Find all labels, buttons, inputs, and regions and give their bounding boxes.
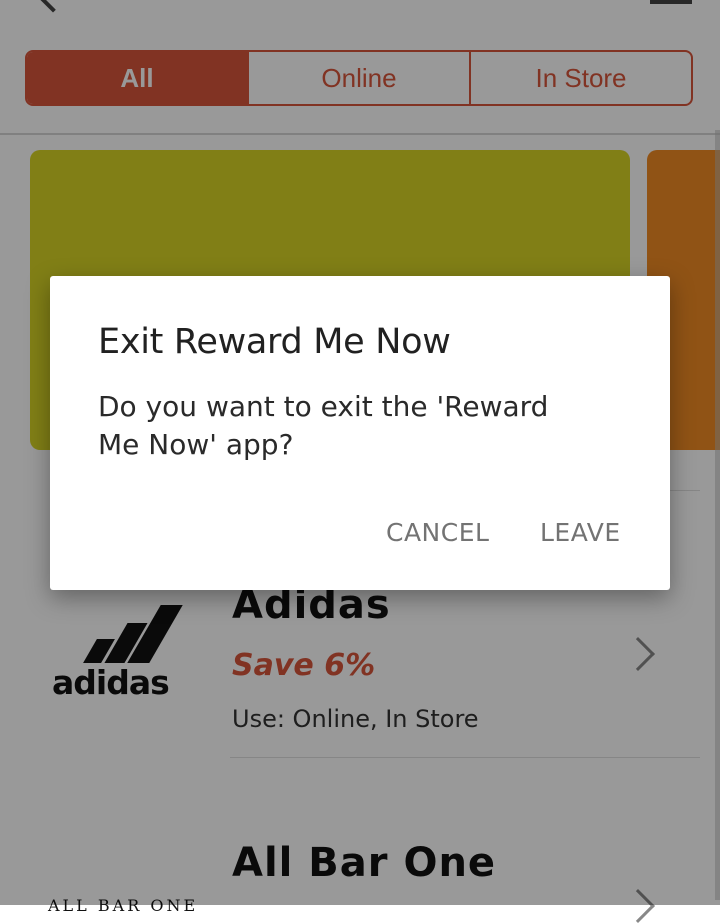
exit-dialog: Exit Reward Me Now Do you want to exit t… xyxy=(50,276,670,590)
dialog-message: Do you want to exit the 'Reward Me Now' … xyxy=(98,390,549,461)
dialog-title: Exit Reward Me Now xyxy=(98,322,451,362)
leave-button[interactable]: LEAVE xyxy=(540,518,621,547)
cancel-button[interactable]: CANCEL xyxy=(386,518,489,547)
